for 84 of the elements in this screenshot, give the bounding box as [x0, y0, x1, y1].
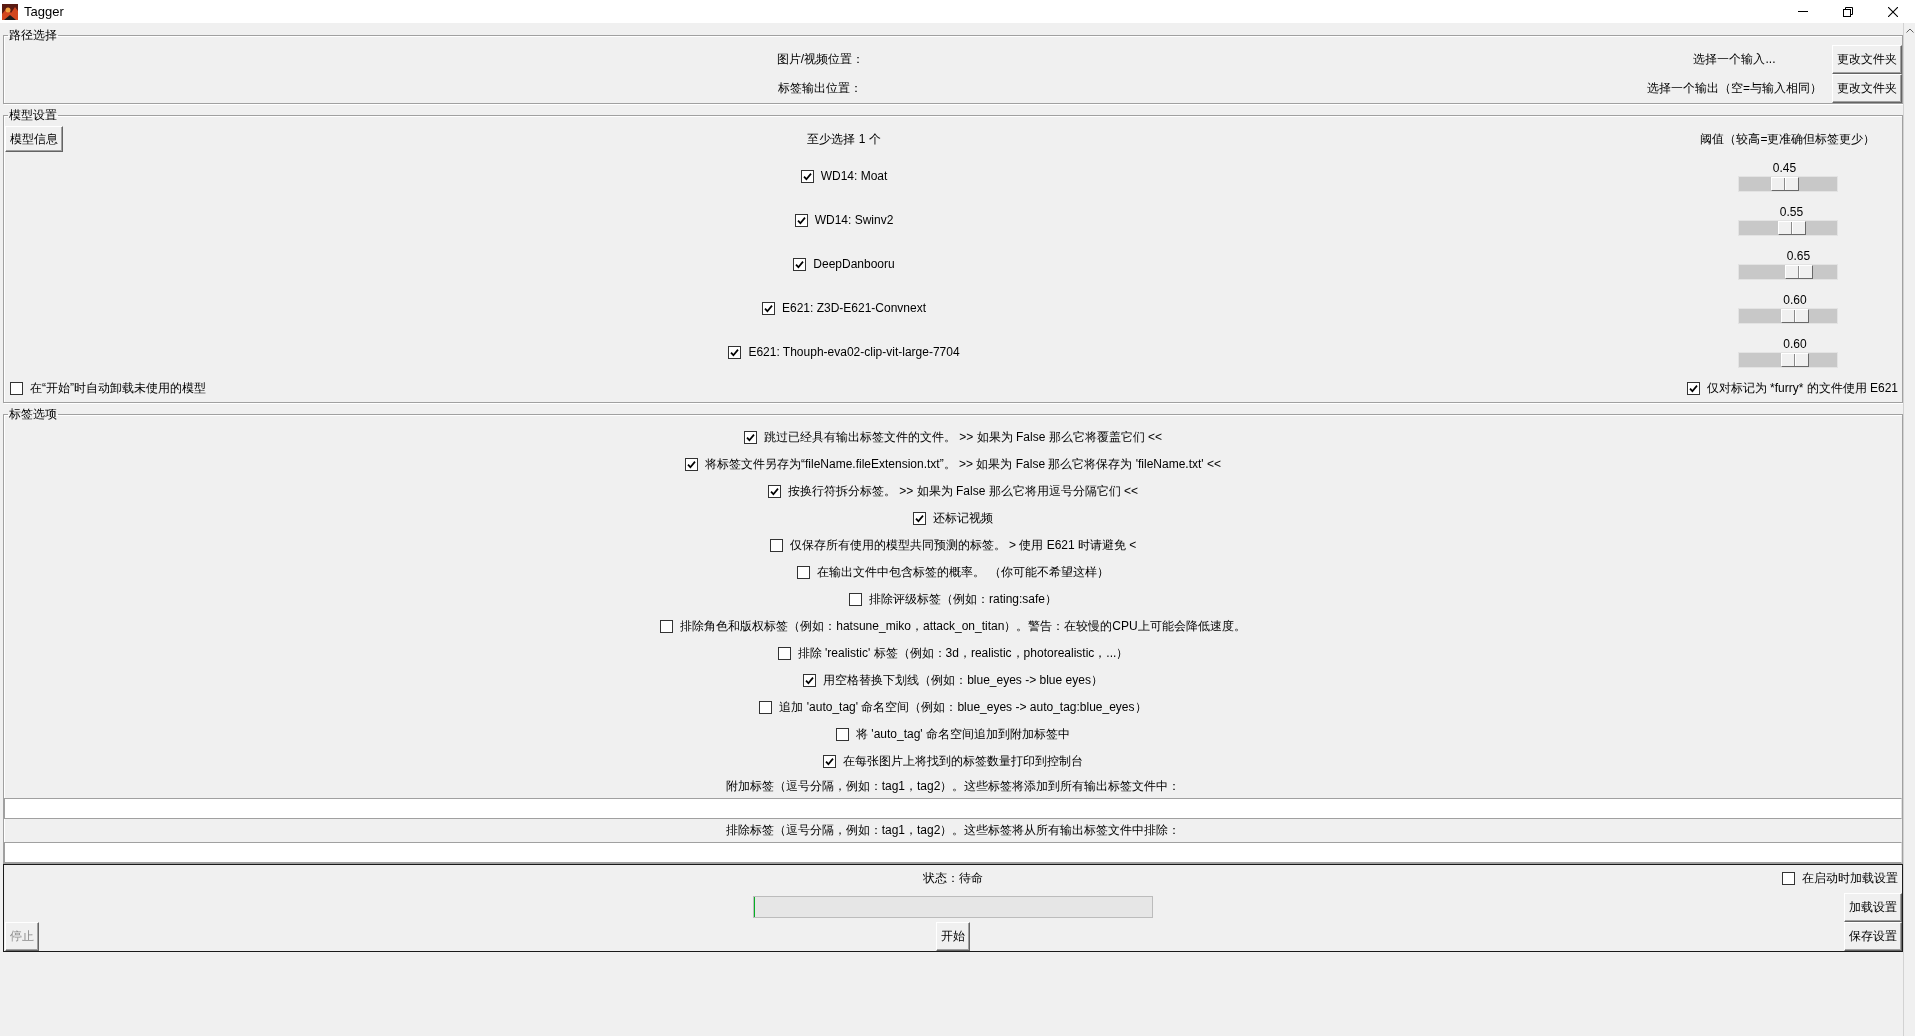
- window-title: Tagger: [24, 4, 64, 19]
- checkbox[interactable]: [913, 512, 926, 525]
- models-heading: 至少选择 1 个: [807, 130, 882, 148]
- checkbox-label: 用空格替换下划线（例如：blue_eyes -> blue eyes）: [823, 672, 1103, 689]
- checkbox-label: 排除角色和版权标签（例如：hatsune_miko，attack_on_titan）。警告：在较慢的CPU上可能会降低速度。: [680, 618, 1246, 635]
- field-label: 标签输出位置：: [778, 80, 863, 97]
- slider-handle[interactable]: [1777, 220, 1806, 235]
- checkbox-label: 将 'auto_tag' 命名空间追加到附加标签中: [856, 726, 1070, 743]
- path-value: 选择一个输入...: [1692, 51, 1777, 68]
- group-title: 路径选择: [8, 28, 58, 42]
- slider-value: 0.60: [1782, 336, 1808, 352]
- model-info-button[interactable]: 模型信息: [5, 126, 63, 152]
- checkbox[interactable]: [836, 728, 849, 741]
- slider-value: 0.65: [1785, 248, 1812, 264]
- checkbox-label: E621: Thouph-eva02-clip-vit-large-7704: [748, 345, 960, 359]
- checkbox[interactable]: [800, 169, 814, 183]
- group-title: 模型设置: [8, 108, 58, 122]
- app-icon: [2, 3, 18, 20]
- path-value: 选择一个输出（空=与输入相同）: [1646, 80, 1823, 97]
- threshold-slider[interactable]: [1738, 263, 1838, 280]
- checkbox[interactable]: [685, 458, 698, 471]
- threshold-slider[interactable]: [1738, 175, 1838, 192]
- close-icon[interactable]: [1887, 6, 1898, 17]
- slider-value: 0.60: [1782, 292, 1808, 308]
- checkbox[interactable]: [803, 674, 817, 687]
- checkbox[interactable]: [660, 620, 674, 633]
- checkbox-label: DeepDanbooru: [813, 257, 895, 271]
- start-button[interactable]: 开始: [936, 922, 970, 951]
- field-label: 排除标签（逗号分隔，例如：tag1，tag2）。这些标签将从所有输出标签文件中排除：: [725, 822, 1181, 839]
- checkbox-label: WD14: Moat: [820, 169, 888, 183]
- minimize-icon[interactable]: [1797, 11, 1808, 12]
- threshold-slider[interactable]: [1738, 219, 1838, 236]
- checkbox[interactable]: [793, 257, 807, 271]
- slider-handle[interactable]: [1784, 264, 1813, 279]
- checkbox-label: 排除 'realistic' 标签（例如：3d，realistic，photorealistic，...）: [797, 645, 1129, 662]
- slider-value: 0.55: [1778, 204, 1805, 220]
- status-text: 状态：待命: [923, 869, 983, 887]
- group-title: 标签选项: [8, 407, 58, 421]
- scrollbar[interactable]: [1903, 23, 1915, 1036]
- threshold-heading: 阈值（较高=更准确但标签更少）: [1700, 130, 1876, 148]
- threshold-slider[interactable]: [1738, 307, 1838, 324]
- checkbox-label: 按换行符拆分标签。 >> 如果为 False 那么它将用逗号分隔它们 <<: [787, 483, 1138, 500]
- slider-value: 0.45: [1771, 160, 1798, 176]
- checkbox[interactable]: [761, 301, 775, 315]
- checkbox[interactable]: [1782, 871, 1795, 885]
- restore-icon[interactable]: [1842, 6, 1853, 17]
- checkbox[interactable]: [759, 701, 773, 714]
- checkbox[interactable]: [769, 539, 783, 552]
- checkbox[interactable]: [797, 566, 811, 579]
- checkbox[interactable]: [823, 755, 836, 768]
- slider-handle[interactable]: [1781, 352, 1809, 367]
- save-settings-button[interactable]: 保存设置: [1844, 922, 1902, 951]
- checkbox-label: 将标签文件另存为“fileName.fileExtension.txt”。 >> 如果为 False 那么它将保存为 'fileName.txt' <<: [705, 456, 1221, 473]
- checkbox-label: 在“开始”时自动卸载未使用的模型: [30, 379, 206, 397]
- input-field[interactable]: [4, 798, 1902, 819]
- checkbox-label: 仅保存所有使用的模型共同预测的标签。 > 使用 E621 时请避免 <: [789, 537, 1137, 554]
- field-label: 图片/视频位置：: [776, 51, 865, 68]
- input-field[interactable]: [4, 842, 1902, 863]
- checkbox-label: 在每张图片上将找到的标签数量打印到控制台: [843, 753, 1083, 770]
- change-folder-button[interactable]: 更改文件夹: [1832, 74, 1902, 103]
- checkbox[interactable]: [10, 381, 23, 395]
- checkbox[interactable]: [1686, 381, 1700, 395]
- slider-handle[interactable]: [1770, 176, 1799, 191]
- checkbox[interactable]: [728, 345, 742, 359]
- change-folder-button[interactable]: 更改文件夹: [1832, 45, 1902, 74]
- checkbox-label: 在启动时加载设置: [1802, 869, 1898, 887]
- checkbox[interactable]: [743, 431, 757, 444]
- checkbox-label: WD14: Swinv2: [814, 213, 894, 227]
- checkbox-label: 在输出文件中包含标签的概率。 （你可能不希望这样）: [817, 564, 1109, 581]
- field-label: 附加标签（逗号分隔，例如：tag1，tag2）。这些标签将添加到所有输出标签文件中：: [725, 778, 1181, 795]
- checkbox-label: 跳过已经具有输出标签文件的文件。 >> 如果为 False 那么它将覆盖它们 <<: [763, 429, 1162, 446]
- checkbox[interactable]: [777, 647, 791, 660]
- slider-handle[interactable]: [1781, 308, 1809, 323]
- checkbox[interactable]: [794, 213, 808, 227]
- checkbox[interactable]: [767, 485, 781, 498]
- checkbox-label: 追加 'auto_tag' 命名空间（例如：blue_eyes -> auto_tag:blue_eyes）: [779, 699, 1147, 716]
- checkbox-label: 排除评级标签（例如：rating:safe）: [868, 591, 1057, 608]
- caret-up-icon[interactable]: [1905, 28, 1914, 33]
- threshold-slider[interactable]: [1738, 351, 1838, 368]
- load-settings-button[interactable]: 加载设置: [1844, 893, 1902, 922]
- checkbox-label: 还标记视频: [933, 510, 993, 527]
- checkbox-label: E621: Z3D-E621-Convnext: [781, 301, 927, 315]
- checkbox-label: 仅对标记为 *furry* 的文件使用 E621: [1706, 379, 1898, 397]
- checkbox[interactable]: [848, 593, 862, 606]
